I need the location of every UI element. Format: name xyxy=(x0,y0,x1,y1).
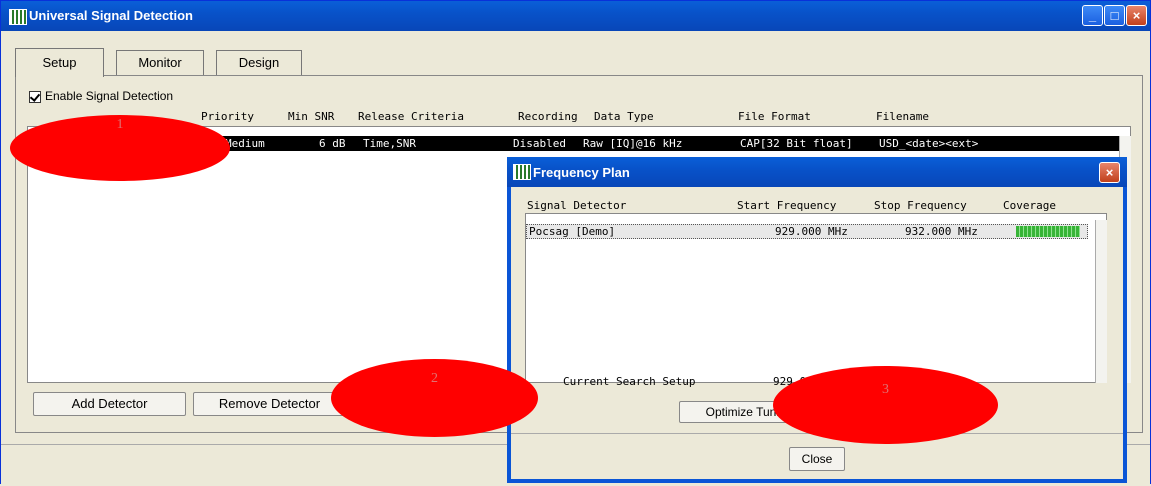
col-stop-frequency-header[interactable]: Stop Frequency xyxy=(874,199,967,212)
dialog-title-bar[interactable]: Frequency Plan × xyxy=(507,157,1127,187)
cell-filename: USD_<date><ext> xyxy=(879,137,979,150)
dialog-title: Frequency Plan xyxy=(533,165,630,180)
col-filename-header[interactable]: Filename xyxy=(876,110,929,123)
annotation-marker-1: 1 xyxy=(10,115,230,181)
col-data-type-header[interactable]: Data Type xyxy=(594,110,654,123)
tab-label: Design xyxy=(238,55,280,70)
title-bar[interactable]: Universal Signal Detection _ □ × xyxy=(1,1,1150,31)
frequency-row[interactable]: Pocsag [Demo] 929.000 MHz 932.000 MHz xyxy=(526,224,1088,239)
add-detector-button[interactable]: Add Detector xyxy=(33,392,186,416)
current-search-setup-label: Current Search Setup xyxy=(563,375,696,388)
enable-signal-detection-checkbox[interactable]: Enable Signal Detection xyxy=(29,89,173,103)
tab-label: Monitor xyxy=(138,55,182,70)
maximize-button[interactable]: □ xyxy=(1104,5,1125,26)
checkbox-icon[interactable] xyxy=(29,90,41,103)
cell-min-snr: 6 dB xyxy=(319,137,346,150)
annotation-marker-2: 2 xyxy=(331,359,538,437)
app-icon xyxy=(9,9,27,25)
minimize-button[interactable]: _ xyxy=(1082,5,1103,26)
marker-label: 3 xyxy=(882,382,889,397)
col-min-snr-header[interactable]: Min SNR xyxy=(288,110,334,123)
checkbox-label: Enable Signal Detection xyxy=(45,89,174,103)
minimize-icon: _ xyxy=(1088,8,1097,23)
cell-priority: Medium xyxy=(225,137,265,150)
cell-start: 929.000 MHz xyxy=(775,225,848,238)
close-button[interactable]: × xyxy=(1126,5,1147,26)
col-signal-detector-header[interactable]: Signal Detector xyxy=(527,199,626,212)
dialog-close-icon[interactable]: × xyxy=(1099,162,1120,183)
annotation-marker-3: 3 xyxy=(773,366,998,444)
tab-label: Setup xyxy=(42,55,77,70)
col-start-frequency-header[interactable]: Start Frequency xyxy=(737,199,836,212)
cell-detector: Pocsag [Demo] xyxy=(529,225,616,238)
col-file-format-header[interactable]: File Format xyxy=(738,110,811,123)
dialog-app-icon xyxy=(513,164,531,180)
cell-data-type: Raw [IQ]@16 kHz xyxy=(583,137,683,150)
cell-stop: 932.000 MHz xyxy=(905,225,978,238)
close-icon: × xyxy=(1132,8,1141,23)
col-coverage-header[interactable]: Coverage xyxy=(1003,199,1056,212)
tab-design[interactable]: Design xyxy=(216,50,302,75)
col-priority-header[interactable]: Priority xyxy=(201,110,254,123)
marker-label: 1 xyxy=(116,117,124,132)
cell-recording: Disabled xyxy=(513,137,566,150)
close-button[interactable]: Close xyxy=(789,447,845,471)
window-title: Universal Signal Detection xyxy=(29,8,193,23)
cell-format: CAP[32 Bit float] xyxy=(740,137,853,150)
dialog-vertical-scrollbar[interactable] xyxy=(1095,220,1107,383)
col-release-criteria-header[interactable]: Release Criteria xyxy=(358,110,464,123)
maximize-icon: □ xyxy=(1110,8,1119,23)
cell-release: Time,SNR xyxy=(363,137,416,150)
col-recording-header[interactable]: Recording xyxy=(518,110,578,123)
marker-label: 2 xyxy=(431,371,438,386)
coverage-bar xyxy=(1016,226,1080,237)
tab-setup[interactable]: Setup xyxy=(15,48,104,77)
tab-monitor[interactable]: Monitor xyxy=(116,50,204,75)
remove-detector-button[interactable]: Remove Detector xyxy=(193,392,346,416)
